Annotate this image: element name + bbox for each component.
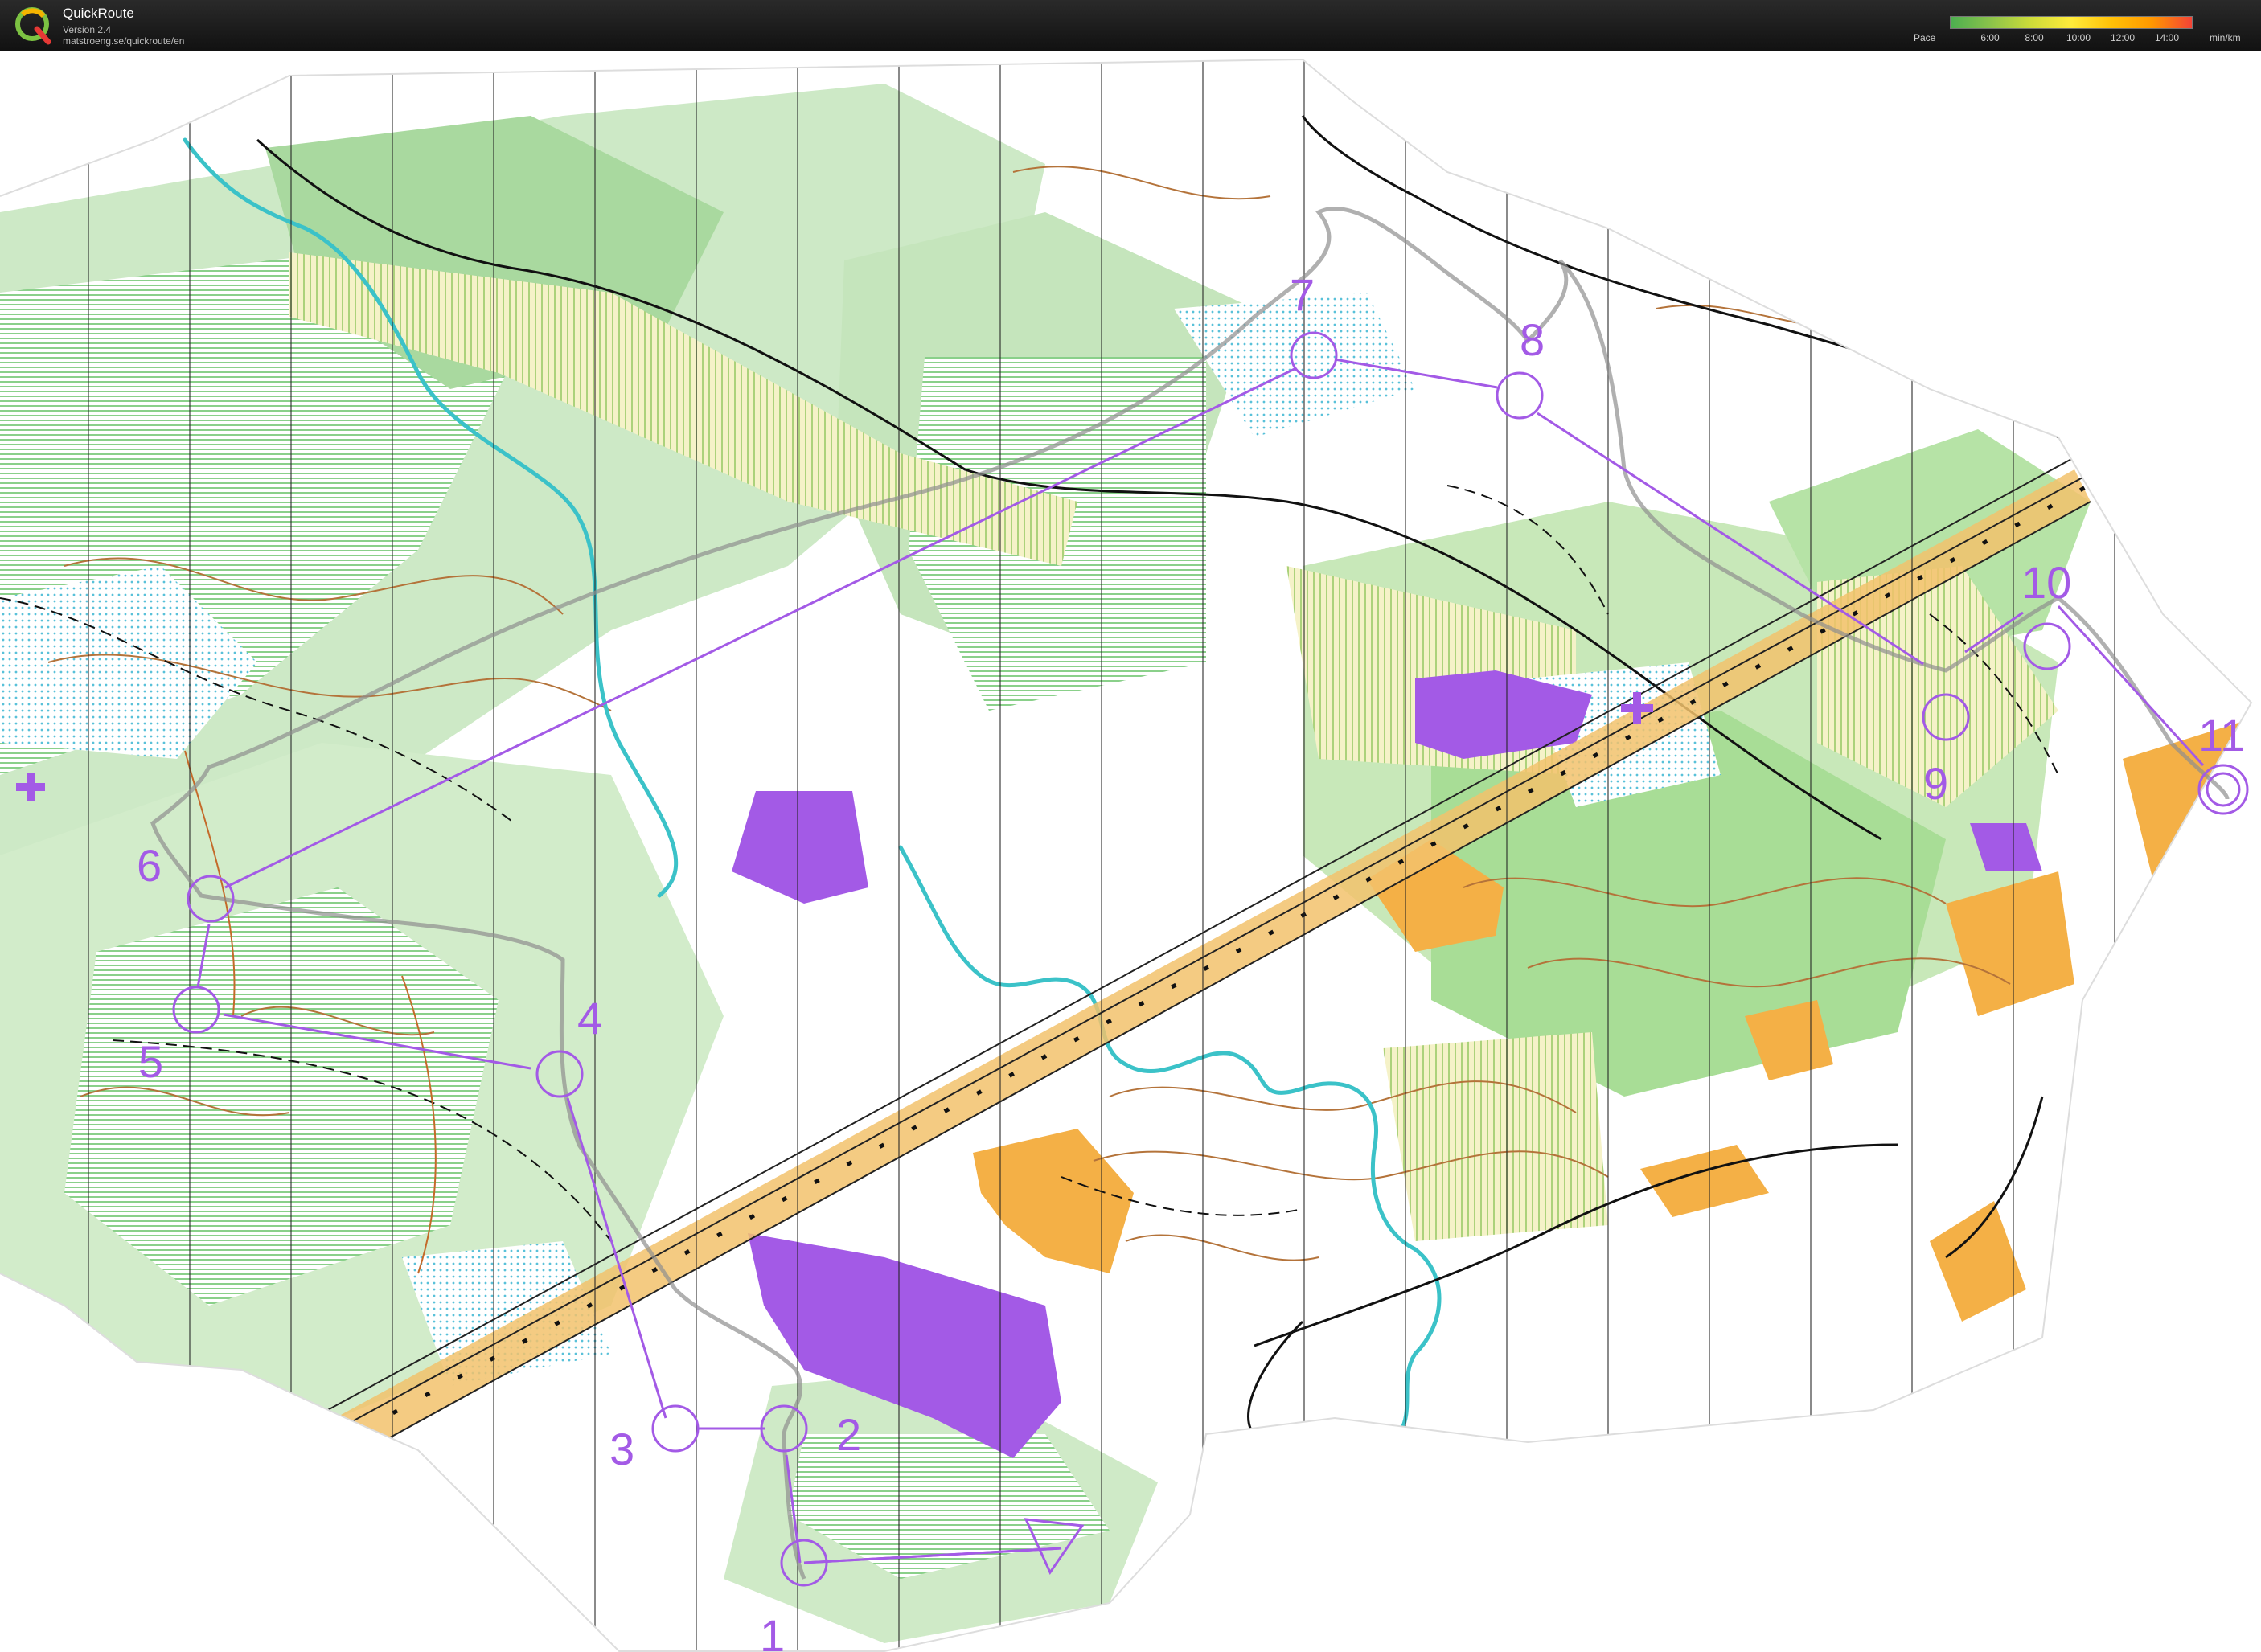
pace-tick: 14:00 <box>2154 32 2180 43</box>
app-version: Version 2.4 <box>63 24 112 35</box>
pace-tick: 6:00 <box>1980 32 2000 43</box>
pace-tick: 12:00 <box>2110 32 2136 43</box>
map-viewport[interactable]: 1 2 3 4 5 6 7 8 9 10 11 <box>0 51 2261 1652</box>
map-terrain <box>0 59 2251 1651</box>
control-number-2: 2 <box>836 1409 861 1460</box>
quickroute-q-logo-icon <box>15 7 51 45</box>
pace-color-bar <box>1950 16 2193 29</box>
pace-legend: Pace 6:00 8:00 10:00 12:00 14:00 min/km <box>1906 14 2251 47</box>
control-number-1: 1 <box>760 1610 785 1652</box>
pace-unit: min/km <box>2210 32 2241 43</box>
app-title: QuickRoute <box>63 6 134 21</box>
control-number-8: 8 <box>1520 314 1545 365</box>
control-number-6: 6 <box>137 840 162 891</box>
orienteering-map[interactable]: 1 2 3 4 5 6 7 8 9 10 11 <box>0 51 2261 1652</box>
pace-tick: 8:00 <box>2025 32 2044 43</box>
control-number-7: 7 <box>1290 269 1315 320</box>
pace-tick: 10:00 <box>2066 32 2091 43</box>
control-number-9: 9 <box>1923 758 1948 809</box>
control-number-3: 3 <box>609 1424 634 1474</box>
control-number-11: 11 <box>2198 710 2245 760</box>
control-number-5: 5 <box>138 1036 163 1087</box>
control-number-4: 4 <box>577 993 602 1043</box>
pace-label: Pace <box>1914 32 1936 43</box>
title-bar: QuickRoute Version 2.4 matstroeng.se/qui… <box>0 0 2261 51</box>
control-number-10: 10 <box>2021 557 2071 608</box>
app-url[interactable]: matstroeng.se/quickroute/en <box>63 35 184 47</box>
